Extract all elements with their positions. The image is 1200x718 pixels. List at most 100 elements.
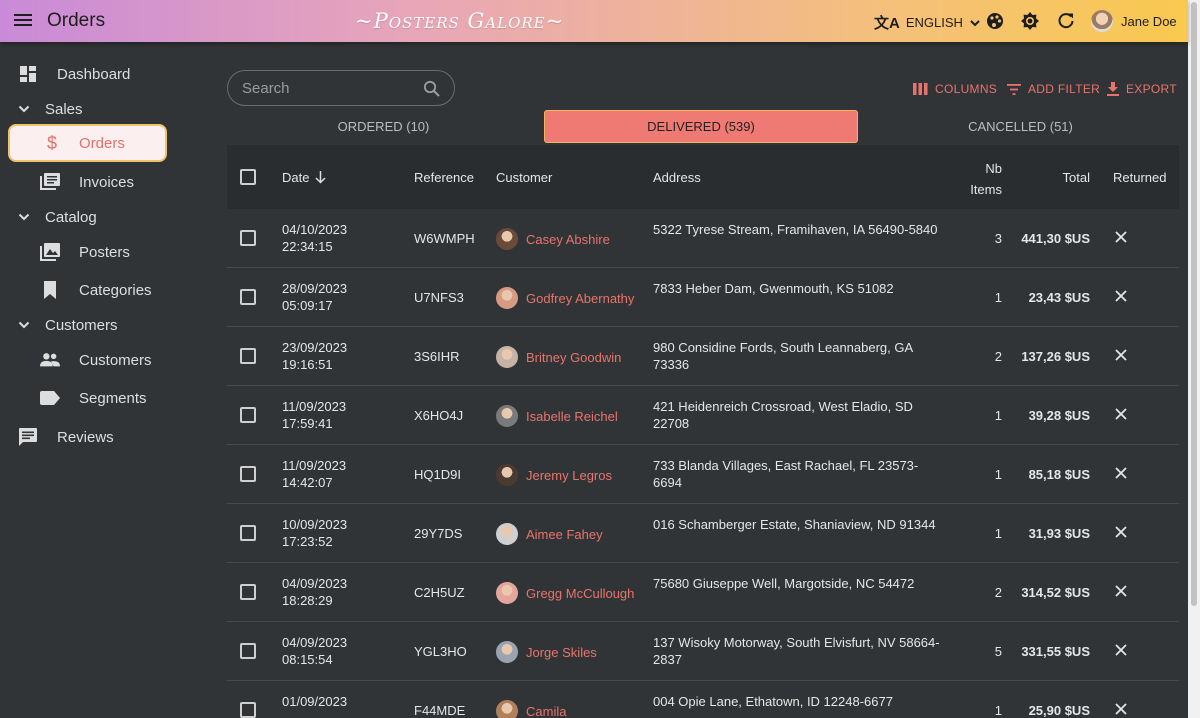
table-row[interactable]: 11/09/2023 17:59:41 X6HO4J Isabelle Reichel… [227,386,1179,445]
row-checkbox[interactable] [240,702,256,718]
table-row[interactable]: 01/09/2023 F44MDE Camila 004 Opie Lane, Eth… [227,681,1179,718]
column-header-reference[interactable]: Reference [414,170,474,185]
sidebar-item-orders[interactable]: $ Orders [8,124,167,162]
language-selector[interactable]: 文A ENGLISH [874,12,981,33]
customer-link[interactable]: Jeremy Legros [496,457,636,493]
columns-button[interactable]: COLUMNS [913,82,997,96]
order-address: 016 Schamberger Estate, Shaniaview, ND 9… [653,517,936,532]
order-address: 004 Opie Lane, Ethatown, ID 12248-6677 [653,694,893,709]
row-checkbox[interactable] [240,289,256,305]
avatar [1091,10,1113,32]
column-header-date[interactable]: Date [282,170,326,185]
table-row[interactable]: 28/09/2023 05:09:17 U7NFS3 Godfrey Abernath… [227,268,1179,327]
table-header: Date Reference Customer Address Nb Items… [227,145,1179,209]
table-row[interactable]: 11/09/2023 14:42:07 HQ1D9I Jeremy Legros 733… [227,445,1179,504]
row-checkbox[interactable] [240,230,256,246]
label-icon [40,388,60,408]
column-header-customer[interactable]: Customer [496,170,552,185]
sidebar-item-reviews[interactable]: Reviews [0,418,200,456]
row-checkbox[interactable] [240,525,256,541]
customer-link[interactable]: Godfrey Abernathy [496,280,636,316]
export-button[interactable]: EXPORT [1107,82,1177,96]
sidebar-item-label: Customers [45,316,118,334]
order-address: 980 Considine Fords, South Leannaberg, G… [653,340,913,372]
translate-icon: 文A [874,15,900,32]
brightness-icon[interactable] [1020,11,1040,31]
order-date: 10/09/2023 17:23:52 [282,516,392,550]
chevron-down-icon [970,19,980,26]
avatar [496,700,518,718]
bookmark-icon [40,280,60,300]
row-checkbox[interactable] [240,466,256,482]
sidebar-item-dashboard[interactable]: Dashboard [0,55,200,93]
avatar [496,287,518,309]
order-address: 5322 Tyrese Stream, Framihaven, IA 56490… [653,222,938,237]
order-address: 137 Wisoky Motorway, South Elvisfurt, NV… [653,635,940,667]
table-row[interactable]: 23/09/2023 19:16:51 3S6IHR Britney Goodwin 9… [227,327,1179,386]
comment-icon [18,427,38,447]
row-checkbox[interactable] [240,407,256,423]
tab-ordered[interactable]: ORDERED (10) [227,110,540,143]
table-row[interactable]: 04/09/2023 18:28:29 C2H5UZ Gregg McCullough… [227,563,1179,622]
sidebar-section-catalog[interactable]: Catalog [0,198,200,236]
tab-delivered[interactable]: DELIVERED (539) [544,110,858,143]
sidebar: Dashboard Sales $ Orders Invoices Catalo… [0,42,200,718]
order-date-day: 23/09/2023 [282,340,348,355]
order-date: 04/09/2023 08:15:54 [282,634,392,668]
close-icon [1115,643,1129,660]
sidebar-item-categories[interactable]: Categories [0,271,200,309]
sidebar-item-label: Customers [79,351,152,369]
search-icon[interactable] [423,80,440,97]
add-filter-button[interactable]: ADD FILTER [1007,82,1100,96]
chevron-down-icon [14,315,34,335]
order-date-day: 04/09/2023 [282,635,348,650]
sidebar-item-customers[interactable]: Customers [0,341,200,379]
sidebar-item-label: Categories [79,281,152,299]
brand-logo: ~Posters Galore~ [355,9,565,33]
order-reference: F44MDE [414,703,466,718]
column-header-address[interactable]: Address [653,170,701,185]
column-header-nb-items[interactable]: Nb Items [957,158,1002,200]
column-header-returned[interactable]: Returned [1113,170,1166,185]
table-row[interactable]: 10/09/2023 17:23:52 29Y7DS Aimee Fahey 016 S… [227,504,1179,563]
tab-cancelled[interactable]: CANCELLED (51) [862,110,1179,143]
sidebar-item-invoices[interactable]: Invoices [0,163,200,201]
customer-link[interactable]: Aimee Fahey [496,516,636,552]
order-date: 11/09/2023 14:42:07 [282,457,392,491]
customer-link[interactable]: Casey Abshire [496,221,636,257]
order-nb-items: 1 [994,526,1002,541]
sidebar-section-sales[interactable]: Sales [0,90,200,128]
customer-link[interactable]: Camila [496,693,636,718]
sidebar-item-posters[interactable]: Posters [0,233,200,271]
order-reference: C2H5UZ [414,585,465,600]
refresh-icon[interactable] [1056,11,1076,31]
sidebar-section-customers[interactable]: Customers [0,306,200,344]
select-all-checkbox[interactable] [240,169,256,185]
table-row[interactable]: 04/09/2023 08:15:54 YGL3HO Jorge Skiles 137 … [227,622,1179,681]
user-menu[interactable]: Jane Doe [1091,10,1177,32]
row-checkbox[interactable] [240,348,256,364]
order-reference: YGL3HO [414,644,467,659]
order-date-day: 28/09/2023 [282,281,348,296]
scrollbar-thumb[interactable] [1191,2,1197,606]
customer-link[interactable]: Isabelle Reichel [496,398,636,434]
table-row[interactable]: 04/10/2023 22:34:15 W6WMPH Casey Abshire 532… [227,209,1179,268]
search-box[interactable] [227,70,455,106]
customer-link[interactable]: Gregg McCullough [496,575,636,611]
customer-link[interactable]: Britney Goodwin [496,339,636,375]
order-reference: HQ1D9I [414,467,461,482]
order-total: 314,52 $US [1021,585,1090,600]
close-icon [1115,289,1129,306]
row-checkbox[interactable] [240,584,256,600]
people-icon [40,350,60,370]
close-icon [1115,466,1129,483]
palette-icon[interactable] [985,11,1005,31]
menu-icon[interactable] [14,11,36,31]
search-input[interactable] [242,79,412,97]
order-reference: W6WMPH [414,231,475,246]
customer-link[interactable]: Jorge Skiles [496,634,636,670]
sidebar-item-segments[interactable]: Segments [0,379,200,417]
row-checkbox[interactable] [240,643,256,659]
column-header-total[interactable]: Total [1037,170,1090,185]
order-reference: 3S6IHR [414,349,460,364]
